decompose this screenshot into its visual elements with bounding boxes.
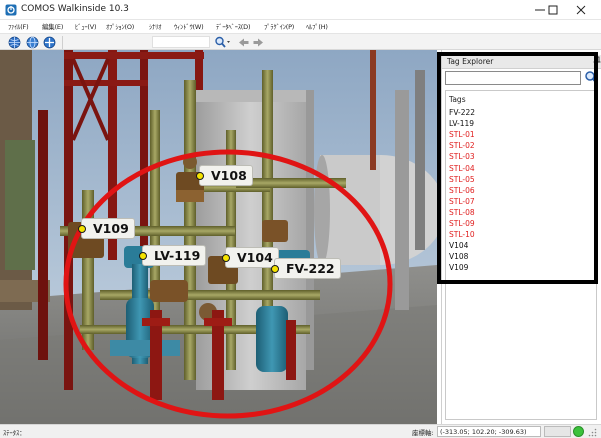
title-bar: COMOS Walkinside 10.3 bbox=[0, 0, 601, 20]
status-label: ｽﾃｰﾀｽ： bbox=[3, 429, 26, 437]
menu-bar: ﾌｧｲﾙ(F) 編集(E) ﾋﾞｭｰ(V) ｵﾌﾟｼｮﾝ(O) ｼﾅﾘｵ ｳｨﾝ… bbox=[0, 20, 601, 33]
tag-label-lv-119[interactable]: LV-119 bbox=[139, 245, 207, 266]
tag-list: Tags FV-222 LV-119 STL-01 STL-02 STL-03 STL-0… bbox=[445, 90, 597, 420]
tag-label-v104[interactable]: V104 bbox=[222, 247, 279, 268]
tag-list-item[interactable]: STL-08 bbox=[449, 208, 475, 217]
tag-text: V109 bbox=[93, 221, 129, 236]
move-cross-icon[interactable] bbox=[43, 36, 56, 49]
resize-grip-icon[interactable] bbox=[588, 428, 597, 437]
maximize-icon bbox=[548, 5, 558, 15]
menu-options[interactable]: ｵﾌﾟｼｮﾝ(O) bbox=[106, 21, 134, 31]
tag-marker bbox=[196, 172, 204, 180]
tag-list-item[interactable]: STL-05 bbox=[449, 175, 475, 184]
tag-list-item[interactable]: STL-10 bbox=[449, 230, 475, 239]
app-logo-icon bbox=[5, 4, 17, 16]
tag-list-item[interactable]: STL-09 bbox=[449, 219, 475, 228]
toolbar bbox=[0, 33, 601, 50]
tag-marker bbox=[271, 265, 279, 273]
orbit-globe-icon[interactable] bbox=[26, 36, 39, 49]
tag-explorer-header: Tag Explorer bbox=[442, 55, 601, 69]
menu-edit[interactable]: 編集(E) bbox=[42, 21, 63, 31]
tag-list-item[interactable]: V109 bbox=[449, 263, 468, 272]
tag-explorer-title: Tag Explorer bbox=[447, 57, 494, 66]
toolbar-separator bbox=[62, 36, 63, 49]
tag-list-item[interactable]: STL-03 bbox=[449, 152, 475, 161]
menu-plugin[interactable]: ﾌﾟﾗｸﾞｲﾝ(P) bbox=[264, 21, 294, 31]
navigate-globe-icon[interactable] bbox=[8, 36, 21, 49]
zoom-search-icon[interactable] bbox=[214, 36, 231, 49]
menu-window[interactable]: ｳｨﾝﾄﾞｳ(W) bbox=[174, 21, 204, 31]
menu-scenario[interactable]: ｼﾅﾘｵ bbox=[149, 21, 161, 31]
tag-list-item[interactable]: LV-119 bbox=[449, 119, 474, 128]
window-title: COMOS Walkinside 10.3 bbox=[21, 4, 129, 14]
tag-text: V104 bbox=[237, 250, 273, 265]
tag-list-item[interactable]: STL-07 bbox=[449, 197, 475, 206]
tag-marker bbox=[139, 252, 147, 260]
tag-list-item[interactable]: V108 bbox=[449, 252, 468, 261]
tag-explorer-panel: Tag Explorer Tags FV-222 LV-119 STL-01 STL-… bbox=[441, 50, 601, 424]
menu-view[interactable]: ﾋﾞｭｰ(V) bbox=[75, 21, 97, 31]
coordinate-readout: (-313.05; 102.20; -309.63) bbox=[437, 426, 541, 437]
tag-list-item[interactable]: STL-04 bbox=[449, 164, 475, 173]
coordinate-label: 座標軸: bbox=[412, 429, 434, 437]
menu-database[interactable]: ﾃﾞｰﾀﾍﾞｰｽ(D) bbox=[216, 21, 250, 31]
menu-help[interactable]: ﾍﾙﾌﾟ(H) bbox=[306, 21, 328, 31]
tag-label-v108[interactable]: V108 bbox=[196, 165, 253, 186]
toolbar-field[interactable] bbox=[152, 36, 210, 48]
forward-arrow-icon[interactable] bbox=[252, 36, 265, 49]
tag-list-item[interactable]: FV-222 bbox=[449, 108, 475, 117]
tag-search-input[interactable] bbox=[445, 71, 581, 85]
tag-label-fv-222[interactable]: FV-222 bbox=[271, 258, 341, 279]
tag-list-item[interactable]: STL-06 bbox=[449, 186, 475, 195]
connection-status-indicator bbox=[573, 426, 584, 437]
tag-text: FV-222 bbox=[286, 261, 335, 276]
tag-list-item[interactable]: STL-01 bbox=[449, 130, 475, 139]
tag-marker bbox=[222, 254, 230, 262]
back-arrow-icon[interactable] bbox=[237, 36, 250, 49]
plant-scene bbox=[0, 50, 437, 424]
3d-viewport[interactable]: V108 V109 LV-119 V104 FV-222 bbox=[0, 50, 437, 424]
menu-file[interactable]: ﾌｧｲﾙ(F) bbox=[8, 21, 29, 31]
status-progress-box bbox=[544, 426, 571, 437]
tag-marker bbox=[78, 225, 86, 233]
close-icon bbox=[576, 5, 586, 15]
search-icon[interactable] bbox=[584, 70, 599, 86]
tag-list-item[interactable]: STL-02 bbox=[449, 141, 475, 150]
status-bar: ｽﾃｰﾀｽ： 座標軸: (-313.05; 102.20; -309.63) bbox=[0, 424, 601, 438]
close-button[interactable] bbox=[561, 0, 601, 20]
tag-label-v109[interactable]: V109 bbox=[78, 218, 135, 239]
tag-text: LV-119 bbox=[154, 248, 201, 263]
tag-text: V108 bbox=[211, 168, 247, 183]
tags-column-header: Tags bbox=[449, 95, 466, 104]
tag-list-item[interactable]: V104 bbox=[449, 241, 468, 250]
pin-icon[interactable] bbox=[593, 56, 601, 67]
